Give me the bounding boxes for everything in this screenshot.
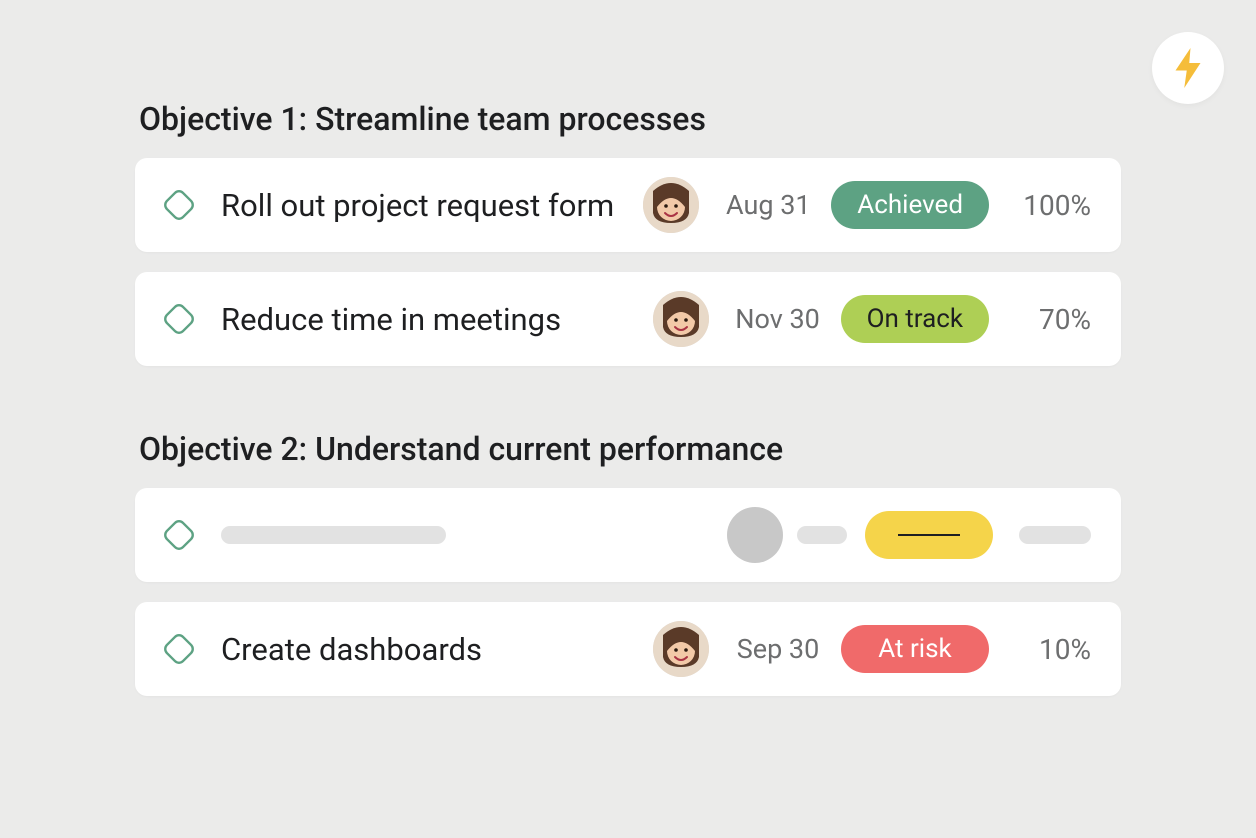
task-row[interactable]: Create dashboards Sep 30 At risk 10% — [135, 602, 1121, 696]
milestone-icon — [159, 185, 199, 225]
status-placeholder-line — [898, 534, 960, 536]
task-title-placeholder — [221, 526, 707, 544]
lightning-button[interactable] — [1152, 32, 1224, 104]
progress-percent: 70% — [1001, 303, 1091, 336]
task-row[interactable]: Reduce time in meetings Nov 30 On track … — [135, 272, 1121, 366]
task-title: Reduce time in meetings — [221, 301, 633, 338]
objective-title: Objective 2: Understand current performa… — [135, 430, 1121, 468]
due-date-placeholder — [797, 526, 847, 544]
milestone-icon — [159, 515, 199, 555]
lightning-icon — [1172, 48, 1204, 88]
due-date: Nov 30 — [723, 303, 833, 335]
objective-title: Objective 1: Streamline team processes — [135, 100, 1121, 138]
task-row[interactable]: Roll out project request form Aug 31 Ach… — [135, 158, 1121, 252]
status-badge[interactable]: On track — [841, 295, 989, 343]
progress-percent: 10% — [1001, 633, 1091, 666]
objectives-container: Objective 1: Streamline team processes R… — [0, 0, 1256, 696]
progress-percent: 100% — [1001, 189, 1091, 222]
objective-group: Objective 2: Understand current performa… — [135, 430, 1121, 696]
status-label: At risk — [878, 634, 951, 664]
due-date: Sep 30 — [723, 633, 833, 665]
due-date: Aug 31 — [713, 189, 823, 221]
assignee-avatar[interactable] — [653, 291, 709, 347]
status-badge-pending[interactable] — [865, 511, 993, 559]
assignee-avatar[interactable] — [643, 177, 699, 233]
task-title: Roll out project request form — [221, 187, 623, 224]
assignee-avatar[interactable] — [653, 621, 709, 677]
milestone-icon — [159, 299, 199, 339]
status-badge[interactable]: Achieved — [831, 181, 989, 229]
task-title: Create dashboards — [221, 631, 633, 668]
assignee-avatar-placeholder — [727, 507, 783, 563]
progress-percent-placeholder — [1019, 526, 1091, 544]
status-label: Achieved — [857, 190, 963, 220]
milestone-icon — [159, 629, 199, 669]
status-label: On track — [867, 304, 963, 334]
objective-group: Objective 1: Streamline team processes R… — [135, 100, 1121, 366]
status-badge[interactable]: At risk — [841, 625, 989, 673]
task-row-skeleton[interactable] — [135, 488, 1121, 582]
